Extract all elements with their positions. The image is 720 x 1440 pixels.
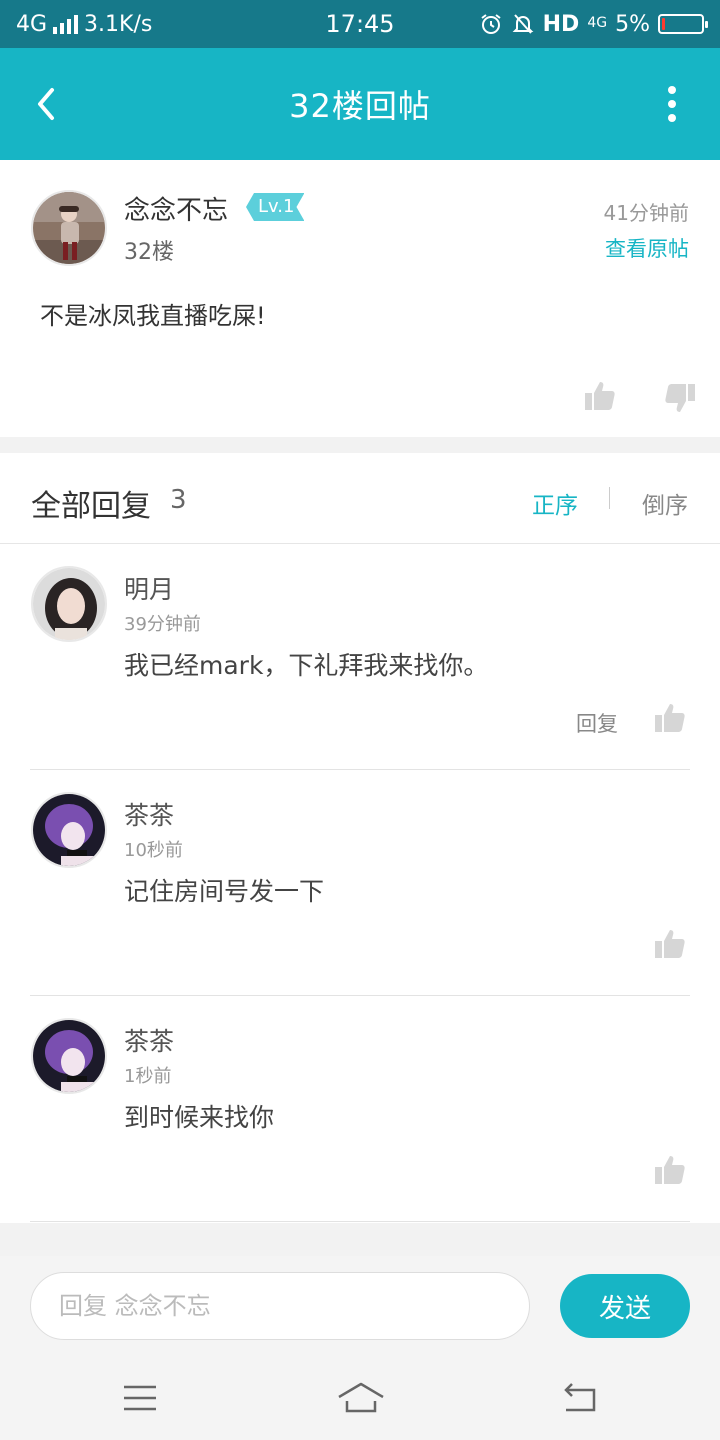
home-button[interactable] — [336, 1380, 386, 1416]
network-right-label: 4G — [587, 14, 608, 31]
reply-username[interactable]: 明月 — [124, 570, 174, 606]
reply-item: 茶茶 10秒前 记住房间号发一下 — [0, 770, 720, 996]
more-button[interactable] — [652, 78, 692, 130]
thumbs-up-icon[interactable] — [654, 702, 686, 734]
alarm-icon — [481, 14, 501, 34]
original-post: 念念不忘 Lv.1 32楼 41分钟前 查看原帖 不是冰凤我直播吃屎! — [0, 160, 720, 437]
sort-divider — [609, 487, 610, 509]
battery-icon — [658, 14, 708, 34]
status-left: 4G 3.1K/s — [16, 12, 276, 37]
reply-time: 39分钟前 — [124, 614, 201, 635]
back-nav-button[interactable] — [558, 1380, 602, 1416]
home-icon — [338, 1382, 384, 1413]
replies-title: 全部回复 — [31, 489, 151, 524]
battery-fill — [662, 18, 665, 30]
thumbs-up-icon[interactable] — [654, 1154, 686, 1186]
app-header: 32楼回帖 — [0, 48, 720, 160]
reply-item: 茶茶 1秒前 到时候来找你 — [0, 996, 720, 1222]
more-vertical-icon — [668, 86, 676, 122]
avatar-image — [33, 1020, 105, 1092]
avatar-image — [33, 568, 105, 640]
battery-percent: 5% — [615, 11, 650, 37]
floor-number: 32楼 — [124, 240, 174, 265]
reply-text: 到时候来找你 — [124, 1103, 275, 1132]
sort-descending-tab[interactable]: 倒序 — [642, 486, 688, 520]
divider — [30, 1221, 690, 1222]
reply-input-bar: 发送 — [0, 1256, 720, 1360]
avatar-image — [33, 794, 105, 866]
view-original-link[interactable]: 查看原帖 — [605, 233, 689, 263]
replies-header: 全部回复 3 正序 倒序 — [0, 453, 720, 544]
reply-input[interactable] — [30, 1272, 530, 1340]
level-badge: Lv.1 — [246, 193, 304, 221]
menu-icon — [124, 1385, 156, 1411]
status-bar: 4G 3.1K/s 17:45 HD 4G 5% — [0, 0, 720, 48]
menu-button[interactable] — [118, 1380, 162, 1416]
status-time: 17:45 — [325, 10, 395, 38]
network-type: 4G — [16, 11, 48, 37]
screen: 4G 3.1K/s 17:45 HD 4G 5% 32楼回帖 念念不忘 Lv.1… — [0, 0, 720, 1440]
reply-time: 1秒前 — [124, 1066, 172, 1087]
avatar-image — [33, 192, 105, 264]
reply-time: 10秒前 — [124, 840, 183, 861]
hd-label: HD — [542, 11, 580, 37]
avatar[interactable] — [31, 190, 107, 266]
post-username[interactable]: 念念不忘 — [124, 190, 228, 227]
status-right: HD 4G 5% — [444, 11, 708, 37]
reply-button[interactable]: 回复 — [576, 708, 618, 738]
back-arrow-icon — [38, 88, 54, 120]
avatar[interactable] — [31, 1018, 107, 1094]
network-speed: 3.1K/s — [84, 11, 153, 37]
post-content: 不是冰凤我直播吃屎! — [40, 302, 266, 330]
system-nav-bar — [0, 1360, 720, 1440]
avatar[interactable] — [31, 792, 107, 868]
thumbs-up-icon[interactable] — [584, 380, 616, 412]
reply-username[interactable]: 茶茶 — [124, 796, 174, 832]
page-title: 32楼回帖 — [289, 87, 431, 125]
replies-count: 3 — [170, 485, 187, 515]
back-button[interactable] — [18, 76, 74, 132]
mute-bell-icon — [512, 14, 534, 34]
thumbs-up-icon[interactable] — [654, 928, 686, 960]
replies-section: 全部回复 3 正序 倒序 明月 39分钟前 我已经mark，下礼拜我来找你。 回… — [0, 453, 720, 1223]
sort-ascending-tab[interactable]: 正序 — [532, 486, 578, 520]
reply-item: 明月 39分钟前 我已经mark，下礼拜我来找你。 回复 — [0, 544, 720, 770]
reply-text: 我已经mark，下礼拜我来找你。 — [124, 651, 489, 680]
send-button[interactable]: 发送 — [560, 1274, 690, 1338]
reply-text: 记住房间号发一下 — [124, 877, 325, 906]
post-time: 41分钟前 — [603, 201, 689, 225]
signal-icon — [53, 14, 79, 34]
avatar[interactable] — [31, 566, 107, 642]
back-icon — [564, 1383, 596, 1412]
thumbs-down-icon[interactable] — [664, 382, 696, 414]
reply-username[interactable]: 茶茶 — [124, 1022, 174, 1058]
